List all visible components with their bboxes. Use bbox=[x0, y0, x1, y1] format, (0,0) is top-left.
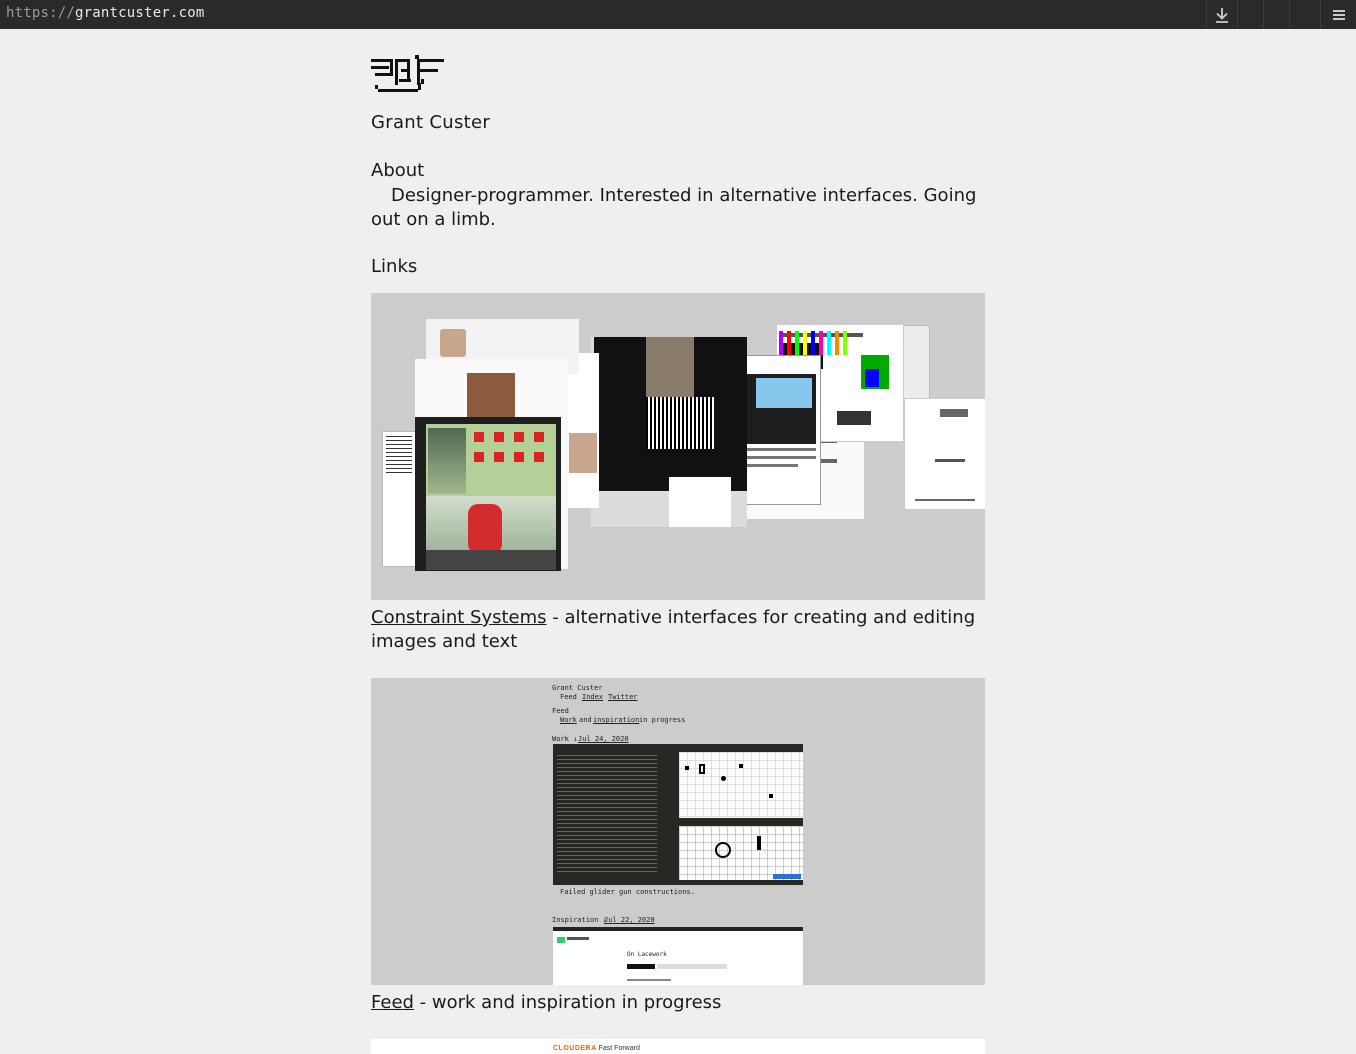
fast-forward-preview-image[interactable]: CLOUDERA Fast Forward bbox=[371, 1039, 985, 1054]
feed-preview-caption: Failed glider gun constructions. bbox=[560, 888, 695, 896]
hamburger-icon bbox=[1332, 9, 1345, 20]
project-constraint-systems: Constraint Systems - alternative interfa… bbox=[371, 606, 985, 654]
feed-preview-intro-work: Work bbox=[560, 716, 577, 724]
collage-window bbox=[415, 417, 561, 571]
preview-brand: CLOUDERA bbox=[553, 1045, 597, 1052]
feed-preview-intro-and: and bbox=[579, 716, 592, 724]
about-text: Designer-programmer. Interested in alter… bbox=[371, 185, 977, 230]
toolbar-slot[interactable] bbox=[1289, 0, 1315, 29]
browser-toolbar: https://grantcuster.com bbox=[0, 0, 1356, 29]
feed-preview-intro-suffix: in progress bbox=[639, 716, 686, 724]
constraint-systems-preview-image[interactable] bbox=[371, 293, 985, 600]
feed-preview-name: Grant Custer bbox=[552, 684, 603, 692]
feed-preview-nav-index: Index bbox=[582, 693, 604, 701]
feed-preview-intro-inspiration: inspiration bbox=[593, 716, 640, 724]
download-icon bbox=[1216, 7, 1228, 23]
toolbar-slot[interactable] bbox=[1263, 0, 1289, 29]
site-name: Grant Custer bbox=[371, 112, 491, 133]
feed-preview-nav-twitter: Twitter bbox=[608, 693, 638, 701]
address-bar[interactable]: https://grantcuster.com bbox=[6, 5, 204, 21]
preview-product: Fast Forward bbox=[598, 1045, 640, 1052]
collage-window bbox=[669, 477, 731, 527]
menu-button[interactable] bbox=[1320, 0, 1356, 29]
feed-description: - work and inspiration in progress bbox=[413, 992, 722, 1013]
about-heading: About bbox=[371, 160, 425, 181]
feed-work-screenshot bbox=[553, 744, 803, 885]
feed-preview-inspiration-label: Inspiration ↓ bbox=[552, 916, 607, 924]
collage-window bbox=[594, 337, 747, 491]
feed-preview-inspiration-date: Jul 22, 2020 bbox=[604, 916, 655, 924]
url-protocol: https:// bbox=[6, 5, 76, 21]
feed-preview-nav-feed: Feed bbox=[560, 693, 577, 701]
collage-window bbox=[382, 431, 418, 567]
feed-link[interactable]: Feed bbox=[371, 992, 414, 1013]
feed-preview-inspiration-title: On Lacework bbox=[627, 951, 667, 958]
site-logo[interactable] bbox=[371, 55, 445, 97]
feed-preview-image[interactable]: Grant Custer Feed Index Twitter Feed Wor… bbox=[371, 678, 985, 985]
toolbar-slot[interactable] bbox=[1237, 0, 1263, 29]
feed-inspiration-screenshot: On Lacework bbox=[553, 927, 803, 985]
constraint-systems-link[interactable]: Constraint Systems bbox=[371, 607, 547, 628]
collage-window bbox=[904, 398, 985, 510]
feed-preview-work-date: Jul 24, 2020 bbox=[578, 735, 629, 743]
url-host: grantcuster.com bbox=[75, 5, 205, 21]
project-feed: Feed - work and inspiration in progress bbox=[371, 991, 985, 1015]
feed-preview-heading: Feed bbox=[552, 707, 569, 715]
download-button[interactable] bbox=[1206, 0, 1237, 29]
links-heading: Links bbox=[371, 256, 418, 277]
feed-preview-work-label: Work ↓ bbox=[552, 735, 578, 743]
